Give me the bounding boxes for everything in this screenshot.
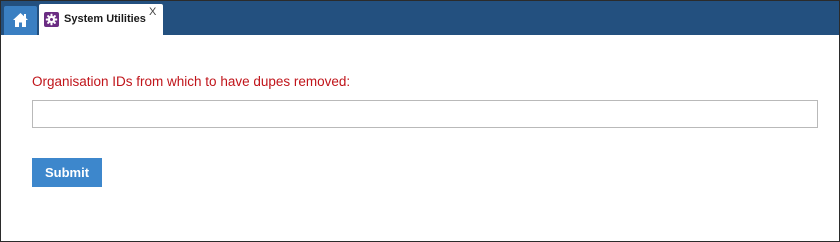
home-tab[interactable] — [4, 6, 37, 35]
tab-system-utilities[interactable]: System Utilities X — [39, 4, 163, 35]
app-window: System Utilities X Organisation IDs from… — [0, 0, 840, 242]
submit-button[interactable]: Submit — [32, 158, 102, 187]
gear-icon — [44, 12, 59, 27]
tab-bar: System Utilities X — [1, 1, 839, 35]
home-icon — [13, 13, 28, 27]
org-ids-label: Organisation IDs from which to have dupe… — [32, 74, 351, 89]
tab-label: System Utilities — [64, 13, 146, 25]
org-ids-input[interactable] — [32, 100, 818, 128]
close-icon[interactable]: X — [149, 6, 156, 18]
